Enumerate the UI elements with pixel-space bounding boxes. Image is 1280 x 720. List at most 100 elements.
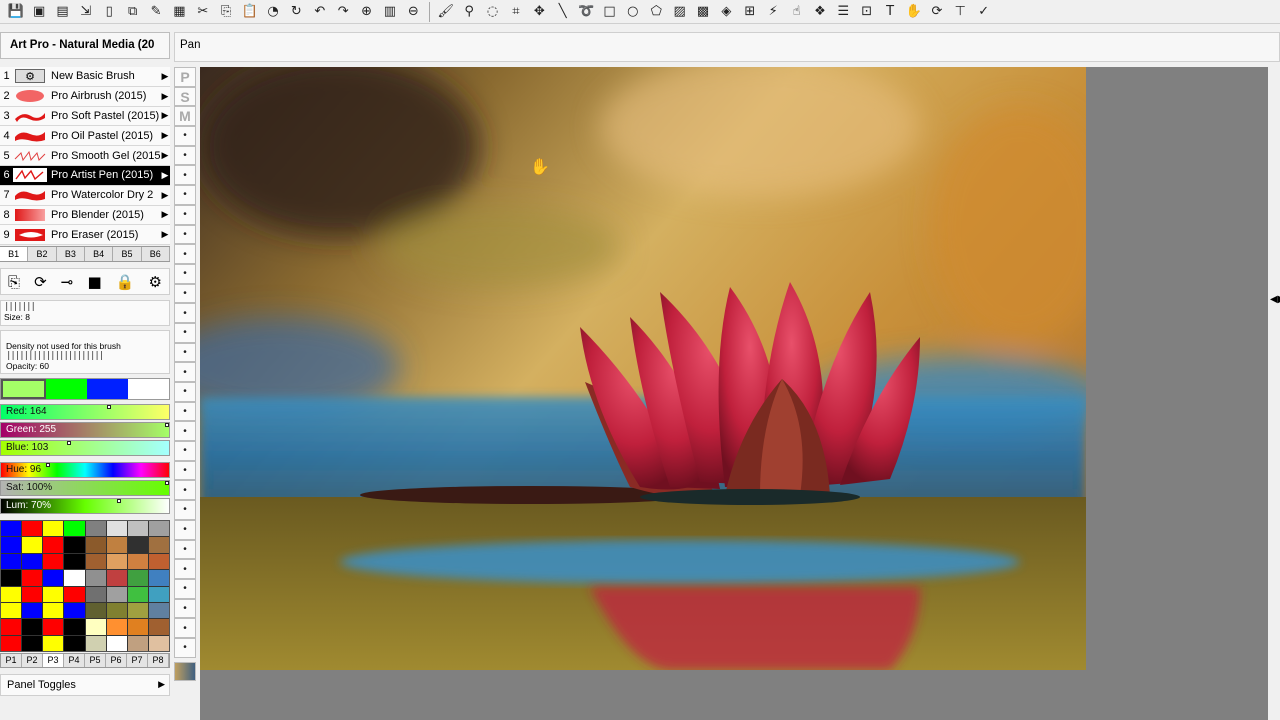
brush-item[interactable]: 7 Pro Watercolor Dry 2 ▶: [0, 185, 170, 206]
palette-swatch[interactable]: [148, 635, 169, 651]
pattern-icon[interactable]: ▩: [691, 1, 714, 23]
current-color-swatch[interactable]: [46, 379, 87, 399]
current-color-swatch[interactable]: [128, 379, 169, 399]
palette-swatch[interactable]: [127, 619, 148, 635]
palette-tab[interactable]: P7: [127, 654, 148, 667]
ellipse-icon[interactable]: ○: [621, 1, 644, 23]
paste-icon[interactable]: 📋: [238, 1, 261, 23]
strip-mode-button[interactable]: M: [174, 106, 196, 127]
brush-menu-arrow-icon[interactable]: ▶: [160, 170, 170, 181]
brush-item[interactable]: 9 Pro Eraser (2015) ▶: [0, 225, 170, 246]
palette-swatch[interactable]: [85, 635, 106, 651]
palette-swatch[interactable]: [22, 521, 43, 537]
palette-swatch[interactable]: [43, 521, 64, 537]
palette-swatch[interactable]: [127, 570, 148, 586]
stamp-icon[interactable]: ⊡: [855, 1, 878, 23]
brush-menu-arrow-icon[interactable]: ▶: [160, 150, 170, 161]
palette-swatch[interactable]: [64, 619, 85, 635]
strip-slot-button[interactable]: •: [174, 500, 196, 520]
bank-tab[interactable]: B2: [28, 247, 57, 261]
color-slider[interactable]: Sat: 100%: [0, 480, 170, 496]
strip-slot-button[interactable]: •: [174, 460, 196, 481]
palette-tab[interactable]: P8: [148, 654, 169, 667]
slider-thumb[interactable]: [67, 441, 72, 445]
fill-icon[interactable]: ◔: [261, 1, 284, 23]
strip-slot-button[interactable]: •: [174, 244, 196, 264]
palette-swatch[interactable]: [106, 537, 127, 553]
palette-swatch[interactable]: [43, 619, 64, 635]
save-icon[interactable]: 💾: [4, 1, 27, 23]
palette-swatch[interactable]: [85, 553, 106, 570]
palette-swatch[interactable]: [85, 602, 106, 619]
square-icon[interactable]: ■: [87, 273, 101, 291]
strip-slot-button[interactable]: •: [174, 559, 196, 579]
density-control[interactable]: Density not used for this brush ||||||||…: [0, 330, 170, 374]
scissors-icon[interactable]: ✂: [191, 1, 214, 23]
brush-item[interactable]: 4 Pro Oil Pastel (2015) ▶: [0, 126, 170, 147]
strip-slot-button[interactable]: •: [174, 618, 196, 638]
color-slider[interactable]: Green: 255: [0, 422, 170, 438]
palette-tab[interactable]: P3: [43, 654, 64, 667]
canvas[interactable]: ✋: [200, 67, 1086, 670]
palette-swatch[interactable]: [1, 570, 22, 586]
strip-slot-button[interactable]: •: [174, 224, 196, 245]
bank-tab[interactable]: B3: [57, 247, 85, 261]
strip-slot-button[interactable]: •: [174, 362, 196, 382]
bank-tab[interactable]: B5: [113, 247, 142, 261]
brush-menu-arrow-icon[interactable]: ▶: [160, 110, 170, 121]
palette-swatch[interactable]: [85, 521, 106, 537]
move-icon[interactable]: ✥: [528, 1, 551, 23]
palette-swatch[interactable]: [43, 602, 64, 619]
rectangle-icon[interactable]: □: [598, 1, 621, 23]
palette-swatch[interactable]: [148, 553, 169, 570]
palette-swatch[interactable]: [1, 537, 22, 553]
strip-slot-button[interactable]: •: [174, 578, 196, 599]
palette-swatch[interactable]: [85, 537, 106, 553]
palette-swatch[interactable]: [127, 537, 148, 553]
palette-tab[interactable]: P1: [1, 654, 22, 667]
current-color-swatch[interactable]: [87, 379, 128, 399]
palette-swatch[interactable]: [43, 586, 64, 602]
palette-swatch[interactable]: [148, 602, 169, 619]
gear-icon[interactable]: ⚙: [148, 273, 161, 291]
palette-swatch[interactable]: [127, 553, 148, 570]
palette-swatch[interactable]: [64, 635, 85, 651]
refresh-icon[interactable]: ⟳: [925, 1, 948, 23]
palette-swatch[interactable]: [1, 602, 22, 619]
brush-item[interactable]: 3 Pro Soft Pastel (2015) ▶: [0, 106, 170, 127]
strip-slot-button[interactable]: •: [174, 401, 196, 422]
slider-thumb[interactable]: [165, 481, 169, 485]
bank-tab[interactable]: B1: [0, 247, 29, 261]
slider-thumb[interactable]: [165, 423, 169, 427]
eyedropper-icon[interactable]: ⚲: [457, 1, 480, 23]
fit-icon[interactable]: ▥: [378, 1, 401, 23]
zoom-out-icon[interactable]: ⊖: [402, 1, 425, 23]
strip-slot-button[interactable]: •: [174, 145, 196, 166]
line-icon[interactable]: ╲: [551, 1, 574, 23]
bank-tab[interactable]: B6: [142, 247, 170, 261]
color-slider[interactable]: Lum: 70%: [0, 498, 170, 514]
zoom-icon[interactable]: ⊕: [355, 1, 378, 23]
lasso-icon[interactable]: ➰: [574, 1, 597, 23]
palette-swatch[interactable]: [22, 635, 43, 651]
palette-swatch[interactable]: [148, 537, 169, 553]
palette-swatch[interactable]: [106, 602, 127, 619]
pencil-icon[interactable]: ✎: [144, 1, 167, 23]
palette-tab[interactable]: P2: [22, 654, 43, 667]
rotate-icon[interactable]: ↻: [285, 1, 308, 23]
script-icon[interactable]: ✓: [972, 1, 995, 23]
strip-slot-button[interactable]: •: [174, 204, 196, 225]
brush-menu-arrow-icon[interactable]: ▶: [160, 71, 170, 82]
export-icon[interactable]: ⇲: [74, 1, 97, 23]
strip-slot-button[interactable]: •: [174, 322, 196, 343]
palette-swatch[interactable]: [22, 602, 43, 619]
strip-slot-button[interactable]: •: [174, 421, 196, 442]
palette-swatch[interactable]: [43, 570, 64, 586]
hand-icon[interactable]: ✋: [902, 1, 925, 23]
crop-icon[interactable]: ⌗: [504, 1, 527, 23]
brush-menu-arrow-icon[interactable]: ▶: [160, 209, 170, 220]
strip-slot-button[interactable]: •: [174, 637, 196, 658]
palette-swatch[interactable]: [106, 521, 127, 537]
gradient-icon[interactable]: ▨: [668, 1, 691, 23]
color-slider[interactable]: Hue: 96: [0, 462, 170, 478]
